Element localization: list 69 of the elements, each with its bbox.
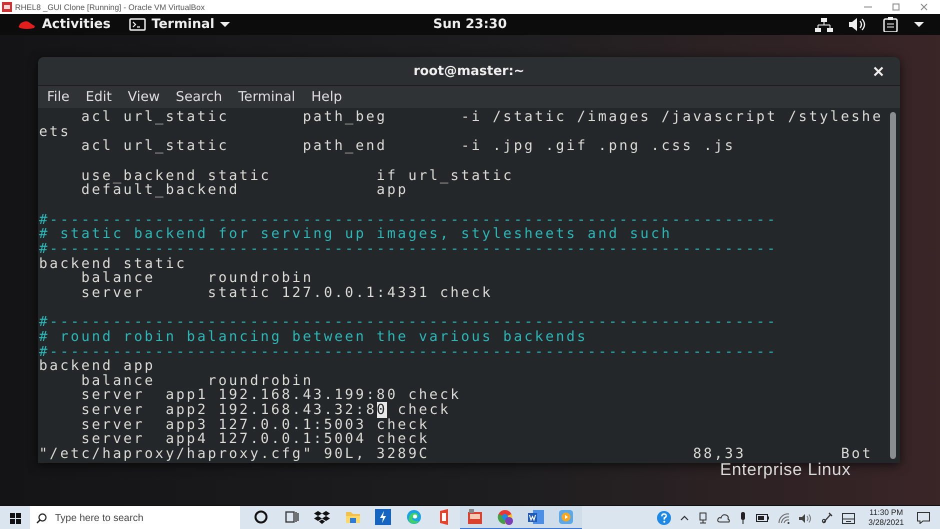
clock[interactable]: Sun 23:30 — [433, 17, 507, 32]
task-view-icon[interactable] — [284, 509, 300, 525]
search-icon — [36, 512, 47, 524]
document-icon[interactable] — [528, 509, 544, 525]
battery-icon[interactable] — [756, 514, 770, 522]
notification-icon[interactable] — [917, 512, 930, 524]
scroll-position: Bot — [841, 447, 874, 462]
network-icon[interactable] — [815, 18, 833, 32]
swirl-icon[interactable] — [406, 509, 422, 525]
search-bar[interactable]: Type here to search — [30, 506, 240, 529]
device-icon[interactable] — [698, 512, 708, 524]
clock-date[interactable]: 3/28/2021 — [868, 518, 904, 528]
clipboard-icon[interactable] — [883, 17, 898, 32]
comment-line: # round robin balancing between the various backends — [39, 330, 588, 344]
comment-line: # static backend for serving up images, stylesheets and such — [39, 227, 672, 242]
folder-icon[interactable] — [344, 509, 361, 525]
code-line: server app2 192.168.43.32:8 0 check — [80, 403, 450, 418]
code-line: server static 127.0.0.1:4331 check — [80, 286, 493, 301]
terminal-icon — [128, 18, 146, 31]
code-line: use_backend static if url_static — [80, 168, 514, 184]
boxes-icon[interactable] — [314, 509, 330, 525]
menu-item[interactable]: Terminal — [233, 89, 300, 105]
hat-icon — [18, 20, 36, 30]
volume-icon[interactable] — [849, 18, 867, 31]
window-title: RHEL8 _GUI Clone [Running] - Oracle VM VirtualBox — [15, 2, 205, 12]
code-line: acl url_static path_beg -i /static /images /javascript /styleshe — [80, 110, 883, 125]
comment-line: #--------------------------------------------------------------------- — [39, 212, 778, 228]
cloud-icon[interactable] — [717, 514, 730, 522]
wifi-icon[interactable] — [778, 512, 790, 524]
menu-item[interactable]: File — [42, 89, 75, 105]
menu-item[interactable]: Edit — [80, 89, 117, 105]
cursor-position: 88,33 — [693, 447, 747, 462]
wallpaper-text: Enterprise Linux — [720, 463, 851, 477]
code-line: backend static — [39, 256, 187, 272]
scrollbar[interactable] — [890, 112, 896, 459]
menu-item[interactable]: Help — [306, 89, 348, 105]
code-line: ets — [39, 124, 71, 140]
keyboard-icon[interactable] — [842, 512, 856, 524]
chevron-up-icon[interactable] — [680, 515, 690, 521]
code-line: server app3 127.0.0.1:5003 check — [80, 418, 430, 432]
code-line: balance roundrobin — [80, 271, 314, 286]
menu-item[interactable]: View — [122, 89, 165, 105]
menu-item[interactable]: Search — [170, 89, 228, 105]
code-line: server app1 192.168.43.199:80 check — [80, 388, 461, 404]
code-line: default_backend app — [80, 183, 408, 198]
speaker-icon[interactable] — [799, 512, 812, 524]
caret-icon — [220, 22, 230, 28]
search-field[interactable]: Type here to search — [53, 512, 217, 524]
comment-line: #--------------------------------------------------------------------- — [39, 315, 778, 330]
microphone-icon[interactable] — [739, 512, 748, 524]
window-title: root@master:~ — [413, 64, 525, 78]
status-message: "/etc/haproxy/haproxy.cfg" 90L, 3289C — [39, 447, 430, 462]
code-line: server app4 127.0.0.1:5004 check — [81, 432, 430, 448]
clock-time[interactable]: 11:30 PM — [869, 508, 904, 518]
browser-icon[interactable] — [497, 509, 514, 525]
comment-line: #--------------------------------------------------------------------- — [39, 242, 778, 257]
pen-icon[interactable] — [821, 512, 834, 524]
app-menu-button[interactable]: Terminal — [124, 17, 234, 32]
code-line: backend app — [39, 359, 156, 374]
help-icon[interactable] — [657, 511, 672, 525]
comment-line: #--------------------------------------------------------------------- — [39, 344, 778, 360]
code-line: balance roundrobin — [80, 374, 314, 388]
activities-button[interactable]: Activities — [14, 17, 115, 32]
maximize-icon[interactable] — [892, 3, 900, 11]
circle-icon[interactable] — [253, 509, 270, 525]
bolt-icon[interactable] — [375, 509, 392, 525]
caret-icon[interactable] — [914, 22, 924, 28]
windows-logo-icon[interactable] — [10, 512, 20, 524]
code-line: acl url_static path_end -i .jpg .gif .png .css .js — [80, 139, 736, 154]
